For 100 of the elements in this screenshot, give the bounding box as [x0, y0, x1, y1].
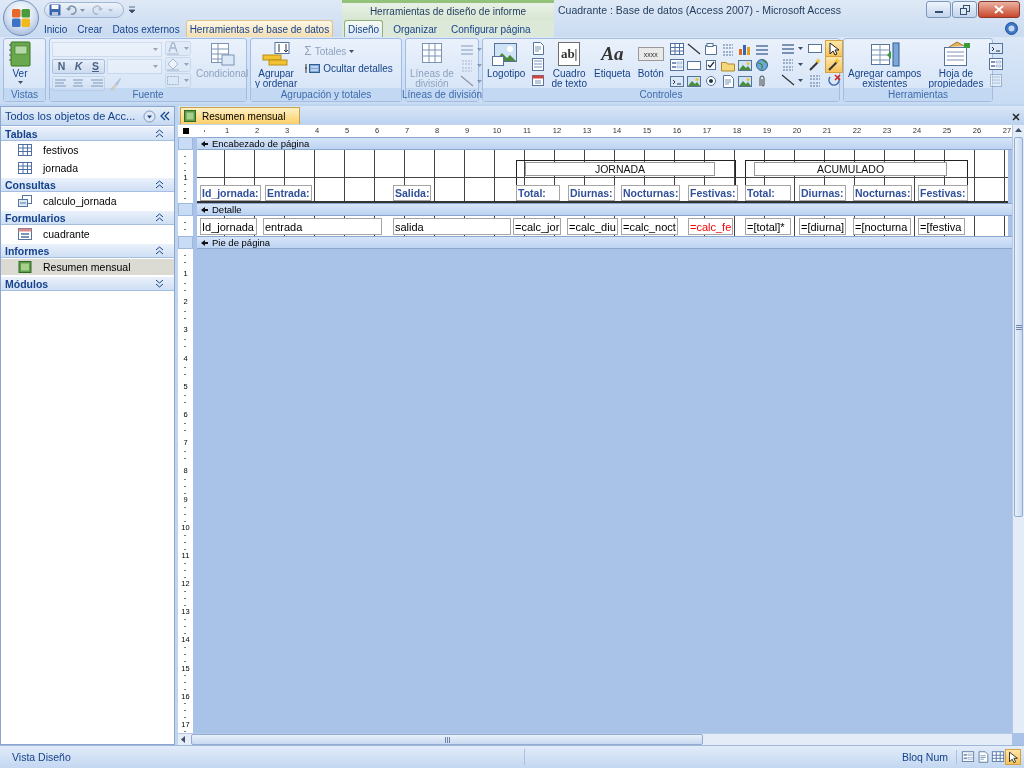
section-bar[interactable]: Pie de página [197, 236, 1012, 249]
save-icon[interactable] [49, 4, 61, 16]
pointer-icon[interactable] [825, 41, 842, 56]
dropdown-icon[interactable] [143, 109, 156, 123]
text-field[interactable]: =calc_noct [621, 218, 678, 235]
globe-icon[interactable] [753, 58, 770, 73]
nav-item[interactable]: cuadrante [1, 226, 174, 242]
column-label[interactable]: Festivas: [688, 185, 738, 201]
ribbon-tab[interactable]: Diseño [344, 20, 384, 37]
line-icon[interactable] [685, 42, 702, 57]
text-field[interactable]: =[festiva [918, 218, 965, 235]
column-group-label[interactable]: JORNADA [525, 162, 715, 176]
text-field[interactable]: salida [393, 218, 511, 235]
nav-item[interactable]: Resumen mensual [1, 259, 174, 275]
text-field[interactable]: =calc_diu [567, 218, 618, 235]
list-icon[interactable] [753, 42, 770, 57]
page-icon[interactable] [530, 57, 547, 72]
document-tab[interactable]: Resumen mensual [180, 107, 301, 124]
column-label[interactable]: Nocturnas: [621, 185, 681, 201]
pane-title: Todos los objetos de Acc... [5, 110, 137, 122]
nav-group-header[interactable]: Consultas [1, 177, 174, 192]
restore-icon [959, 4, 970, 15]
chart-icon[interactable] [736, 42, 753, 57]
column-label[interactable]: Total: [745, 185, 791, 201]
text-field[interactable]: =calc_fe [688, 218, 734, 235]
frame-icon[interactable] [702, 42, 719, 57]
caret-icon [17, 81, 23, 84]
caret-icon [153, 47, 158, 51]
column-label[interactable]: Nocturnas: [853, 185, 913, 201]
ribbon-tab[interactable]: Herramientas de base de datos [185, 20, 334, 37]
text-field[interactable]: Id_jornada [200, 218, 257, 235]
help-icon[interactable] [1005, 22, 1018, 35]
close-icon[interactable] [1012, 113, 1020, 121]
nav-item[interactable]: jornada [1, 160, 174, 176]
code-icon[interactable] [988, 41, 1005, 56]
nav-group-header[interactable]: Formularios [1, 210, 174, 225]
customize-menu-icon[interactable] [128, 6, 136, 14]
section-bar[interactable]: Detalle [197, 203, 1012, 216]
table-icon[interactable] [668, 42, 685, 57]
photo-icon[interactable] [736, 74, 753, 89]
line-color-icon[interactable] [458, 74, 483, 89]
text-field[interactable]: =[diurna] [799, 218, 847, 235]
form-icon[interactable] [668, 58, 685, 73]
context-tab-label: Herramientas de diseño de informe [342, 0, 554, 20]
rectangle-icon[interactable] [685, 58, 702, 73]
ribbon-tab[interactable]: Configurar página [447, 20, 535, 37]
nav-group-header[interactable]: Tablas [1, 126, 174, 141]
notebook-icon [8, 41, 32, 67]
layout-view-icon[interactable] [991, 750, 1005, 764]
column-group-label[interactable]: ACUMULADO [754, 162, 947, 176]
scrollbar-thumb[interactable] [191, 734, 703, 745]
column-label[interactable]: Salida: [393, 185, 432, 201]
calendar-icon[interactable] [530, 73, 547, 88]
report-view-icon[interactable] [961, 750, 975, 764]
window-title: Cuadrante : Base de datos (Access 2007) - Microsoft Access [557, 3, 843, 18]
select-report-icon[interactable] [182, 128, 189, 134]
nav-group-header[interactable]: Informes [1, 243, 174, 258]
label-button[interactable]: Aa Etiqueta [591, 41, 633, 79]
text-field[interactable]: entrada [263, 218, 382, 235]
ribbon-tab[interactable]: Inicio [40, 20, 72, 37]
text-field[interactable]: =[total]* [745, 218, 791, 235]
undo-icon[interactable] [65, 4, 87, 16]
text-box-button[interactable]: ab| Cuadro de texto [549, 41, 589, 89]
text-field[interactable]: =[nocturna [853, 218, 911, 235]
text-field[interactable]: =calc_jor [513, 218, 562, 235]
logo-button[interactable]: Logotipo [485, 41, 528, 79]
nav-item[interactable]: festivos [1, 142, 174, 158]
line-color-icon[interactable] [779, 73, 804, 88]
office-button[interactable] [3, 0, 39, 36]
column-label[interactable]: Total: [516, 185, 560, 201]
ribbon-tab[interactable]: Datos externos [108, 20, 184, 37]
delete-icon[interactable] [825, 73, 842, 88]
view-button[interactable]: Ver [6, 41, 34, 84]
image-icon[interactable] [736, 58, 753, 73]
close-button[interactable] [978, 1, 1020, 18]
section-bar[interactable]: Encabezado de página [197, 137, 1012, 150]
column-label[interactable]: Id_jornada: [200, 185, 261, 201]
ribbon-tab[interactable]: Crear [73, 20, 107, 37]
restore-button[interactable] [952, 1, 977, 18]
column-label[interactable]: Diurnas: [799, 185, 846, 201]
column-label[interactable]: Festivas: [918, 185, 968, 201]
collapse-pane-icon[interactable] [159, 111, 171, 121]
column-label[interactable]: Diurnas: [568, 185, 615, 201]
nav-item[interactable]: calculo_jornada [1, 193, 174, 209]
form-icon[interactable] [988, 57, 1005, 72]
scrollbar-thumb[interactable] [1014, 137, 1023, 517]
border-icon[interactable] [806, 41, 823, 56]
hide-details-button[interactable]: Ocultar detalles [302, 60, 395, 76]
scroll-left-icon[interactable] [178, 734, 187, 745]
design-view-icon[interactable] [1006, 750, 1020, 764]
property-sheet-button[interactable]: Hoja de propiedades [926, 41, 986, 89]
combo-box-icon[interactable] [668, 74, 685, 89]
ribbon-tab[interactable]: Organizar [389, 20, 442, 37]
minimize-button[interactable] [926, 1, 951, 18]
document-icon[interactable] [530, 41, 547, 56]
picture-icon[interactable] [685, 74, 702, 89]
column-label[interactable]: Entrada: [265, 185, 312, 201]
print-preview-icon[interactable] [976, 750, 990, 764]
wand-icon[interactable] [825, 57, 842, 72]
nav-group-header[interactable]: Módulos [1, 276, 174, 291]
